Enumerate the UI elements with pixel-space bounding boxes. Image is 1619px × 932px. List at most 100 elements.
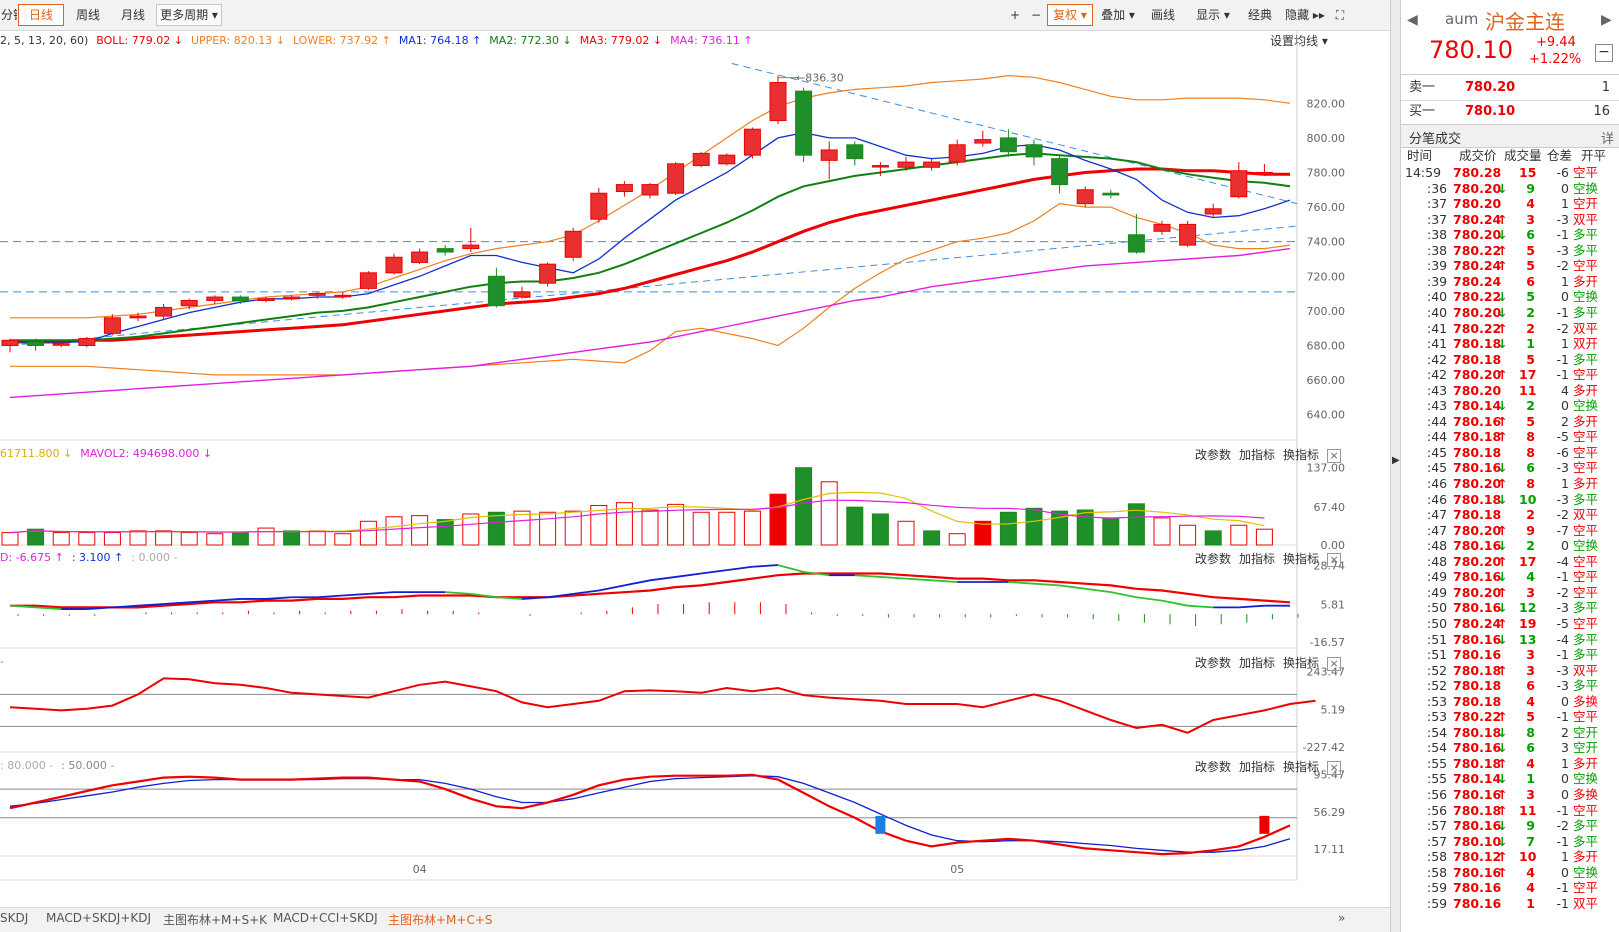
tick-direction-icon: ↑	[1497, 849, 1508, 865]
candle-body	[590, 192, 608, 220]
tick-volume: 3	[1526, 211, 1535, 227]
close-panel-icon[interactable]: ×	[1327, 449, 1342, 463]
add-indicator-button[interactable]: 加指标	[1239, 552, 1275, 566]
volume-bar	[1179, 524, 1197, 546]
change-params-button[interactable]: 改参数	[1195, 760, 1231, 774]
close-panel-icon[interactable]: ×	[1327, 761, 1342, 775]
macd-dif-segment	[1238, 604, 1265, 609]
tick-oi-change: -3	[1556, 211, 1569, 227]
candle-body	[743, 128, 761, 156]
tick-price: 780.16	[1453, 631, 1502, 647]
change-params-button[interactable]: 改参数	[1195, 552, 1231, 566]
volume-panel-buttons: 改参数 加指标 换指标 ×	[1195, 446, 1349, 463]
tick-volume: 17	[1519, 367, 1537, 383]
tick-open-close: 空平	[1573, 367, 1599, 383]
tick-price: 780.14	[1453, 771, 1502, 787]
switch-indicator-button[interactable]: 换指标	[1283, 656, 1319, 670]
tick-open-close: 多平	[1573, 227, 1599, 243]
change-params-button[interactable]: 改参数	[1195, 656, 1231, 670]
close-panel-icon[interactable]: ×	[1327, 657, 1342, 671]
tick-oi-change: -1	[1556, 569, 1569, 585]
candle-body	[513, 291, 531, 298]
tick-oi-change: -4	[1556, 553, 1569, 569]
add-indicator-button[interactable]: 加指标	[1239, 448, 1275, 462]
volume-bar	[641, 509, 659, 546]
scroll-tabs-icon[interactable]: »	[1338, 911, 1345, 925]
tick-time: :37	[1427, 196, 1448, 212]
switch-indicator-button[interactable]: 换指标	[1283, 760, 1319, 774]
macd-dif-segment	[1110, 591, 1137, 599]
bid-price: 780.10	[1465, 104, 1516, 119]
tick-oi-change: -2	[1556, 818, 1569, 834]
tick-direction-icon: ↑	[1497, 242, 1508, 258]
indicator-value: : 50.000 -	[61, 759, 115, 772]
tick-time: :59	[1427, 895, 1448, 911]
tick-open-close: 空平	[1573, 802, 1599, 818]
volume-bar	[539, 511, 557, 546]
template-tab-0[interactable]: SKDJ	[0, 911, 28, 925]
tick-open-close: 多平	[1573, 631, 1599, 647]
next-contract-icon[interactable]: ▶	[1601, 12, 1612, 28]
tick-row: :55 780.14 ↓ 1 0 空换	[1401, 771, 1619, 787]
add-indicator-button[interactable]: 加指标	[1239, 760, 1275, 774]
candle-body	[846, 144, 864, 160]
tick-oi-change: -6	[1556, 165, 1569, 180]
template-tab-2[interactable]: 主图布林+M+S+K	[163, 911, 267, 928]
tick-oi-change: -1	[1556, 833, 1569, 849]
panel-splitter[interactable]: ▶	[1390, 0, 1400, 932]
tick-open-close: 多平	[1573, 833, 1599, 849]
volume-bar	[999, 511, 1017, 546]
volume-bar	[846, 506, 864, 546]
switch-indicator-button[interactable]: 换指标	[1283, 448, 1319, 462]
tick-open-close: 双平	[1573, 662, 1599, 678]
macd-dif-segment	[675, 572, 702, 578]
tick-time: :55	[1427, 755, 1448, 771]
change-params-button[interactable]: 改参数	[1195, 448, 1231, 462]
tick-direction-icon: ↓	[1497, 491, 1508, 507]
tick-price: 780.20	[1453, 304, 1502, 320]
switch-indicator-button[interactable]: 换指标	[1283, 552, 1319, 566]
macd-dif-segment	[649, 576, 676, 582]
tick-row: :38 780.20 ↓ 6 -1 多平	[1401, 227, 1619, 243]
tick-volume: 6	[1526, 740, 1535, 756]
kline-chart-area[interactable]: 820.00 800.00 780.00 760.00 740.00 720.00 700.…	[0, 0, 1400, 932]
add-indicator-button[interactable]: 加指标	[1239, 656, 1275, 670]
tick-volume: 11	[1519, 802, 1537, 818]
prev-contract-icon[interactable]: ◀	[1407, 12, 1418, 28]
volume-bar	[692, 511, 710, 546]
candle-body	[52, 343, 70, 346]
tick-open-close: 空平	[1573, 880, 1599, 896]
template-tab-1[interactable]: MACD+SKDJ+KDJ	[46, 911, 151, 925]
ticks-detail-button[interactable]: 详	[1601, 128, 1614, 147]
volume-bar	[180, 532, 198, 546]
macd-dif-segment	[1033, 582, 1060, 587]
tick-row: :40 780.20 ↓ 2 -1 多平	[1401, 305, 1619, 321]
tick-open-close: 多开	[1573, 273, 1599, 289]
ma4-line	[9, 247, 1291, 399]
tick-price: 780.16	[1453, 413, 1502, 429]
tick-row: :37 780.20 4 1 空开	[1401, 196, 1619, 212]
kdj-sell-signal	[875, 815, 886, 834]
volume-bar	[718, 511, 736, 546]
tick-oi-change: -1	[1556, 367, 1569, 383]
close-panel-icon[interactable]: ×	[1327, 553, 1342, 567]
tick-volume: 8	[1526, 724, 1535, 740]
tick-open-close: 多开	[1573, 476, 1599, 491]
template-tab-3[interactable]: MACD+CCI+SKDJ	[273, 911, 378, 925]
tick-time: :39	[1427, 273, 1448, 289]
collapse-quote-button[interactable]: −	[1595, 44, 1613, 62]
tick-row: :37 780.24 ↑ 3 -3 双平	[1401, 212, 1619, 228]
tick-open-close: 多平	[1573, 242, 1599, 258]
collapse-arrow-icon[interactable]: ▶	[1392, 455, 1400, 466]
volume-bar	[923, 530, 941, 546]
candle-body	[1204, 208, 1222, 215]
tick-direction-icon: ↓	[1497, 724, 1508, 740]
kdj-k-line	[9, 773, 1291, 856]
tick-volume: 5	[1526, 709, 1535, 725]
volume-bar	[1230, 524, 1248, 546]
tick-time: :39	[1427, 258, 1448, 274]
tick-volume: 9	[1526, 818, 1535, 834]
tick-price: 780.16	[1453, 895, 1502, 911]
template-tab-4[interactable]: 主图布林+M+C+S	[388, 911, 493, 928]
contract-name: 沪金主连	[1485, 10, 1565, 34]
